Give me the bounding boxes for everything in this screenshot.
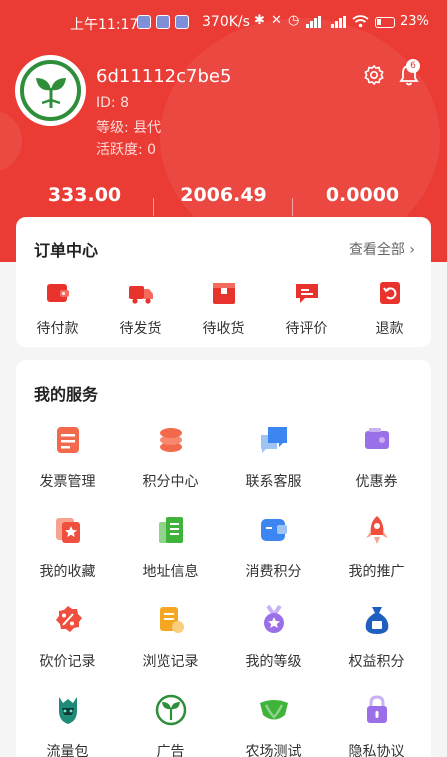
settings-gear-icon[interactable]	[363, 64, 385, 86]
order-center-card: 订单中心 查看全部 › 待付款 待发货 待收货 待评价 退款	[16, 217, 431, 347]
invoice-icon	[56, 427, 79, 453]
service-label: 发票管理	[39, 474, 96, 490]
service-label: 广告	[156, 744, 185, 757]
service-coupons[interactable]: 优惠券	[325, 423, 428, 491]
stat-value[interactable]: 0.0000	[288, 184, 437, 206]
service-address[interactable]: 地址信息	[119, 513, 222, 581]
history-icon	[159, 607, 184, 633]
order-refund[interactable]: 退款	[348, 279, 431, 338]
service-data-package[interactable]: 流量包	[16, 693, 119, 757]
my-services-title: 我的服务	[34, 385, 99, 404]
service-browse-history[interactable]: 浏览记录	[119, 603, 222, 671]
header-decoration-small	[0, 110, 22, 172]
sprout-logo-icon	[35, 77, 66, 108]
coins-icon	[159, 428, 182, 452]
order-label: 待评价	[285, 321, 328, 337]
order-pending-receipt[interactable]: 待收货	[182, 279, 265, 338]
service-bargain-records[interactable]: 砍价记录	[16, 603, 119, 671]
username: 6d11112c7be5	[96, 66, 232, 87]
app-notification-icon	[175, 15, 189, 29]
service-my-level[interactable]: 我的等级	[222, 603, 325, 671]
order-label: 待收货	[202, 321, 245, 337]
sprout-icon	[155, 694, 186, 726]
service-label: 积分中心	[142, 474, 199, 490]
service-equity-points[interactable]: 权益积分	[325, 603, 428, 671]
signal-icon	[306, 16, 324, 28]
see-all-label: 查看全部	[348, 242, 405, 258]
service-advertising[interactable]: 广告	[119, 693, 222, 757]
notification-badge: 6	[406, 59, 420, 73]
chevron-right-icon: ›	[409, 242, 415, 258]
battery-icon	[375, 17, 395, 28]
service-label: 流量包	[46, 744, 89, 757]
rocket-icon	[365, 516, 388, 544]
discount-icon	[55, 606, 82, 632]
service-label: 我的收藏	[39, 564, 96, 580]
service-label: 砍价记录	[39, 654, 96, 670]
service-invoice[interactable]: 发票管理	[16, 423, 119, 491]
coupon-icon	[364, 428, 389, 449]
service-points-center[interactable]: 积分中心	[119, 423, 222, 491]
user-activity: 活跃度: 0	[96, 142, 157, 158]
avatar[interactable]	[15, 55, 86, 126]
user-id: ID: 8	[96, 95, 129, 111]
service-label: 我的推广	[348, 564, 405, 580]
points-icon	[260, 519, 287, 541]
service-label: 农场测试	[245, 744, 302, 757]
money-bag-icon	[365, 607, 388, 634]
my-services-card: 我的服务 发票管理 积分中心 联系客服 优惠券 我的收藏 地址信息 消费积分 我…	[16, 360, 431, 757]
warrior-icon	[58, 697, 77, 724]
order-pending-payment[interactable]: 待付款	[16, 279, 99, 338]
app-notification-icon	[137, 15, 151, 29]
address-icon	[158, 517, 183, 543]
service-label: 地址信息	[142, 564, 199, 580]
favorites-icon	[55, 518, 80, 543]
lock-icon	[366, 695, 387, 723]
order-center-title: 订单中心	[34, 241, 99, 260]
battery-percent: 23%	[400, 14, 429, 29]
service-label: 优惠券	[355, 474, 398, 490]
status-bar: 上午11:17 370K/s ✱ ✕ ◷ 23%	[0, 0, 447, 44]
service-customer-service[interactable]: 联系客服	[222, 423, 325, 491]
wallet-icon	[46, 284, 69, 302]
service-label: 联系客服	[245, 474, 302, 490]
service-farm-test[interactable]: 农场测试	[222, 693, 325, 757]
user-level: 等级: 县代	[96, 120, 162, 136]
service-label: 隐私协议	[348, 744, 405, 757]
status-time: 上午11:17	[70, 17, 139, 33]
service-consumption-points[interactable]: 消费积分	[222, 513, 325, 581]
comment-icon	[295, 284, 318, 303]
stat-value[interactable]: 2006.49	[149, 184, 298, 206]
order-label: 退款	[375, 321, 404, 337]
service-favorites[interactable]: 我的收藏	[16, 513, 119, 581]
order-label: 待付款	[36, 321, 79, 337]
package-icon	[212, 283, 235, 304]
chat-icon	[260, 427, 287, 453]
service-promotion[interactable]: 我的推广	[325, 513, 428, 581]
wifi-icon	[352, 15, 369, 28]
medal-icon	[263, 604, 284, 633]
see-all-orders-link[interactable]: 查看全部 ›	[349, 239, 415, 259]
order-pending-shipment[interactable]: 待发货	[99, 279, 182, 338]
service-label: 权益积分	[348, 654, 405, 670]
order-pending-review[interactable]: 待评价	[265, 279, 348, 338]
stat-value[interactable]: 333.00	[10, 184, 159, 206]
signal-icon	[331, 16, 349, 28]
network-speed: 370K/s	[202, 14, 250, 30]
service-label: 消费积分	[245, 564, 302, 580]
service-privacy-policy[interactable]: 隐私协议	[325, 693, 428, 757]
order-label: 待发货	[119, 321, 162, 337]
truck-icon	[128, 286, 153, 304]
service-label: 浏览记录	[142, 654, 199, 670]
service-label: 我的等级	[245, 654, 302, 670]
farm-icon	[259, 700, 288, 720]
app-notification-icon	[156, 15, 170, 29]
refund-icon	[379, 282, 400, 304]
system-icons: ✱ ✕ ◷	[254, 13, 301, 28]
